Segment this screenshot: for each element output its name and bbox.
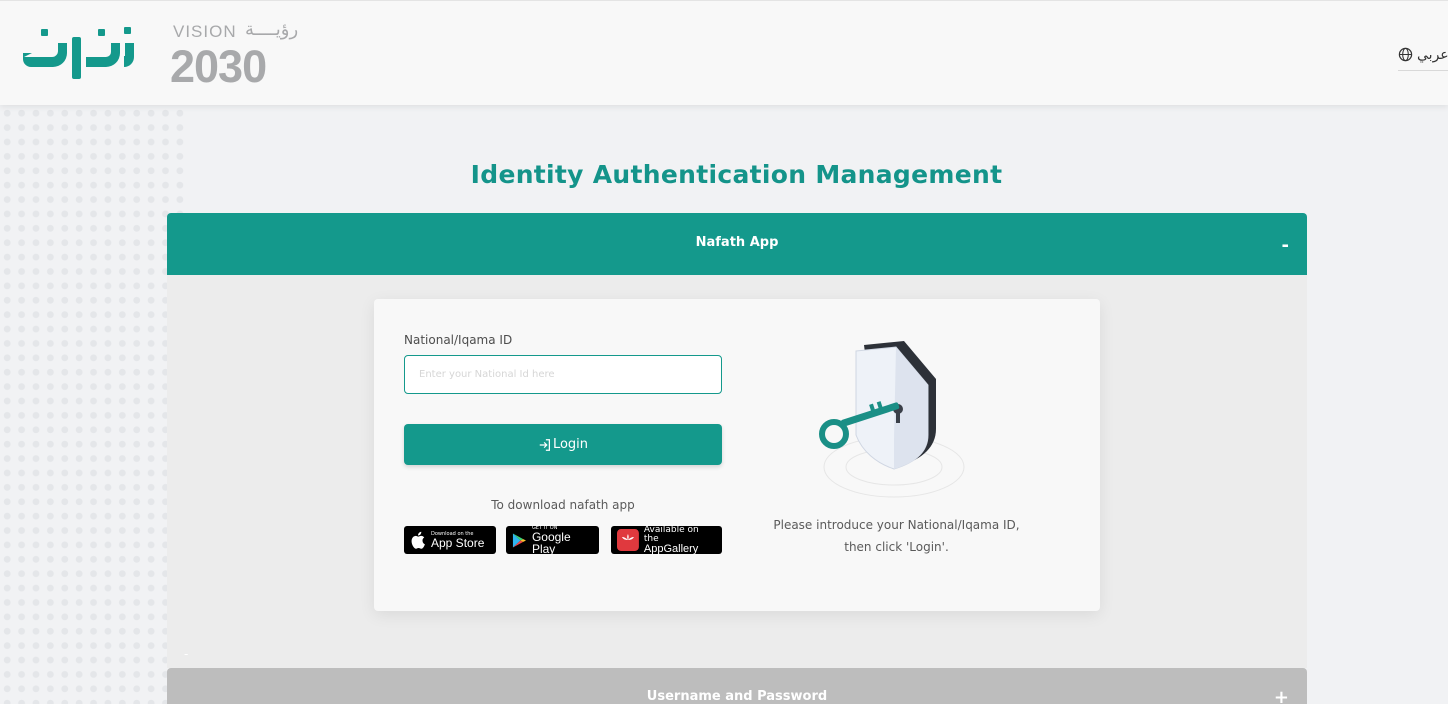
huawei-appgallery-icon	[617, 529, 639, 551]
login-button[interactable]: Login	[404, 424, 722, 465]
accordion-header-nafath-app[interactable]: Nafath App -	[167, 213, 1307, 275]
vision-arabic-text: رؤيــــة	[245, 19, 299, 40]
national-id-label: National/Iqama ID	[404, 333, 513, 347]
page-title: Identity Authentication Management	[470, 160, 1003, 189]
vision-text: VISION	[173, 22, 237, 41]
nafath-logo[interactable]	[20, 23, 140, 85]
instructions-line-2: then click 'Login'.	[844, 540, 949, 554]
google-play-big-text: Google Play	[531, 529, 571, 556]
apple-icon	[411, 531, 425, 549]
appgallery-small-text: Available on the	[643, 524, 699, 544]
vision-year: 2030	[170, 41, 267, 92]
accordion-label-username-password: Username and Password	[646, 689, 828, 704]
collapse-toggle[interactable]: -	[1282, 235, 1289, 256]
accordion-header-username-password[interactable]: Username and Password +	[167, 668, 1307, 704]
accordion-label-nafath-app: Nafath App	[695, 235, 779, 250]
app-store-big-text: App Store	[431, 535, 485, 550]
appgallery-big-text: AppGallery	[643, 542, 699, 555]
page-header: VISION رؤيــــة 2030 عربي	[0, 0, 1448, 105]
login-instructions: Please introduce your National/Iqama ID,…	[764, 514, 1029, 558]
appgallery-badge[interactable]: Available on the AppGallery	[611, 524, 722, 555]
login-button-label: Login	[552, 437, 589, 452]
expand-toggle[interactable]: +	[1274, 687, 1289, 704]
national-id-input[interactable]	[404, 355, 722, 394]
vision-2030-logo: VISION رؤيــــة 2030	[170, 19, 305, 92]
instructions-line-1: Please introduce your National/Iqama ID,	[773, 518, 1020, 532]
shield-key-icon	[819, 341, 965, 498]
decorative-dot-pattern	[0, 106, 190, 704]
login-icon	[539, 438, 550, 451]
nafath-logo-icon	[23, 27, 134, 79]
language-label: عربي	[1417, 46, 1448, 63]
language-switcher[interactable]: عربي	[1398, 39, 1448, 71]
globe-icon	[1398, 47, 1413, 62]
app-store-badge[interactable]: Download on the App Store	[404, 526, 496, 554]
download-app-text: To download nafath app	[491, 498, 635, 512]
login-card: National/Iqama ID Login To download nafa…	[374, 299, 1100, 611]
google-play-icon	[512, 532, 527, 548]
accordion-body-dash: -	[184, 647, 189, 661]
google-play-badge[interactable]: GET IT ON Google Play	[506, 525, 599, 556]
shield-key-illustration	[814, 339, 974, 509]
